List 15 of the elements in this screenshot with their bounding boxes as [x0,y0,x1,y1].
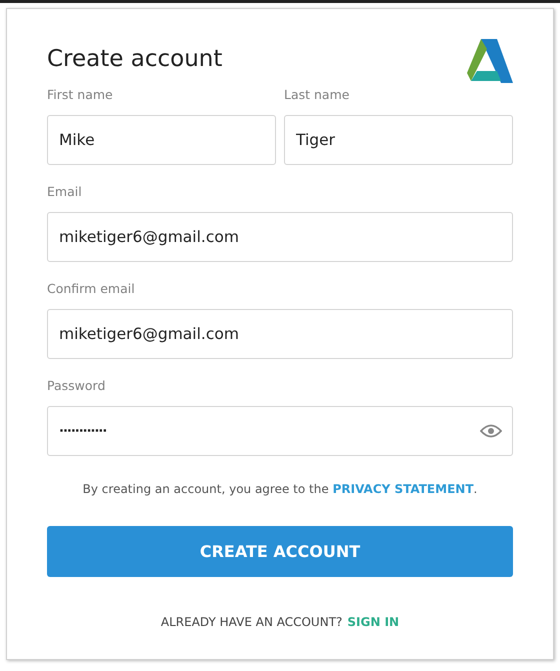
input-field[interactable]: miketiger6@gmail.com [47,212,513,262]
field-label: Confirm email [47,280,136,298]
field-label: Last name [284,86,350,104]
eye-icon[interactable] [480,424,502,438]
footer-text: ALREADY HAVE AN ACCOUNT? [160,614,342,631]
input-field[interactable]: miketiger6@gmail.com [47,309,513,359]
password-field[interactable]: ············ [47,406,513,456]
field-label: First name [47,86,114,104]
field-label: Password [47,377,106,395]
field-label: Email [47,183,83,201]
agreement-text: By creating an account, you agree to the PRIVACY STATEMENT. [82,481,478,498]
logo-icon [467,37,513,83]
input-field[interactable]: Tiger [284,115,513,165]
input-field[interactable]: Mike [47,115,276,165]
page-title: Create account [47,45,222,74]
